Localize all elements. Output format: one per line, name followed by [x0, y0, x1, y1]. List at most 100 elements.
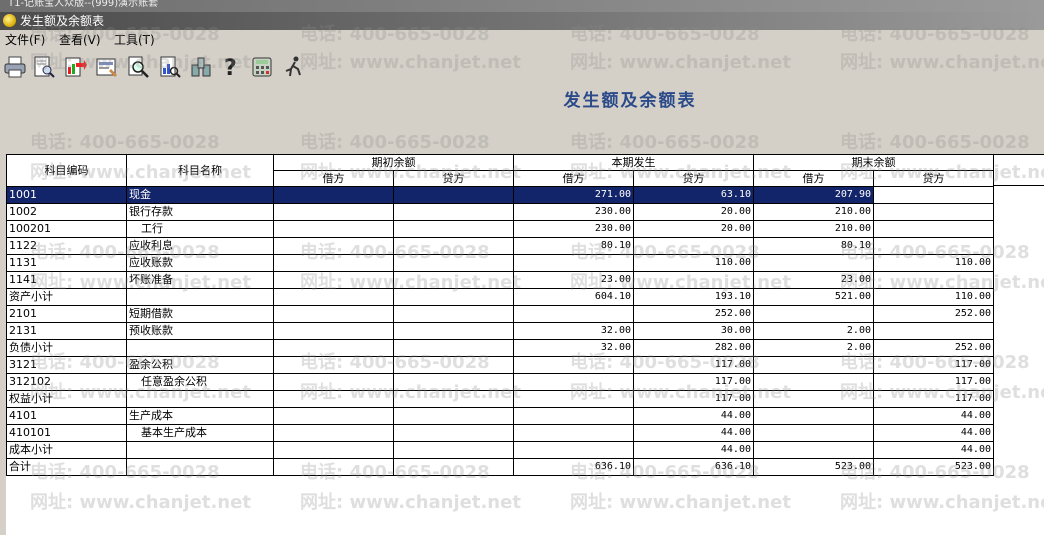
account-code-cell[interactable]: 312102	[6, 373, 127, 391]
closing-debit-cell[interactable]: 2.00	[753, 322, 874, 340]
closing-credit-cell[interactable]: 252.00	[873, 305, 994, 323]
export-button[interactable]	[62, 54, 88, 80]
opening-credit-cell[interactable]	[393, 356, 514, 374]
account-code-cell[interactable]: 4101	[6, 407, 127, 425]
account-code-cell[interactable]: 100201	[6, 220, 127, 238]
table-row[interactable]: 100201 工行 230.00 20.00 210.00	[6, 220, 994, 238]
menu-tools[interactable]: 工具(T)	[114, 30, 155, 50]
period-debit-cell[interactable]: 604.10	[513, 288, 634, 306]
closing-credit-cell[interactable]	[873, 186, 994, 204]
find-button[interactable]	[125, 54, 151, 80]
table-row[interactable]: 负债小计 32.00 282.00 2.00 252.00	[6, 339, 994, 357]
header-opening-debit[interactable]: 借方	[273, 170, 394, 187]
account-name-cell[interactable]: 应收利息	[126, 237, 274, 255]
opening-debit-cell[interactable]	[273, 271, 394, 289]
opening-debit-cell[interactable]	[273, 458, 394, 476]
closing-debit-cell[interactable]	[753, 424, 874, 442]
exit-button[interactable]	[281, 54, 307, 80]
closing-debit-cell[interactable]: 210.00	[753, 203, 874, 221]
period-credit-cell[interactable]: 44.00	[633, 407, 754, 425]
table-row[interactable]: 1131 应收账款 110.00 110.00	[6, 254, 994, 272]
period-debit-cell[interactable]: 230.00	[513, 203, 634, 221]
account-code-cell[interactable]: 3121	[6, 356, 127, 374]
closing-credit-cell[interactable]	[873, 237, 994, 255]
header-closing-debit[interactable]: 借方	[753, 170, 874, 187]
header-period-credit[interactable]: 贷方	[633, 170, 754, 187]
account-name-cell[interactable]: 任意盈余公积	[126, 373, 274, 391]
closing-debit-cell[interactable]: 207.90	[753, 186, 874, 204]
account-name-cell[interactable]: 盈余公积	[126, 356, 274, 374]
closing-credit-cell[interactable]: 44.00	[873, 441, 994, 459]
opening-credit-cell[interactable]	[393, 271, 514, 289]
account-code-cell[interactable]: 负债小计	[6, 339, 127, 357]
closing-credit-cell[interactable]: 117.00	[873, 356, 994, 374]
period-debit-cell[interactable]: 32.00	[513, 322, 634, 340]
closing-debit-cell[interactable]	[753, 305, 874, 323]
account-name-cell[interactable]: 生产成本	[126, 407, 274, 425]
table-row[interactable]: 成本小计 44.00 44.00	[6, 441, 994, 459]
period-debit-cell[interactable]: 80.10	[513, 237, 634, 255]
table-row[interactable]: 1122 应收利息 80.10 80.10	[6, 237, 994, 255]
print-button[interactable]	[2, 54, 28, 80]
account-code-cell[interactable]: 2101	[6, 305, 127, 323]
table-row[interactable]: 312102 任意盈余公积 117.00 117.00	[6, 373, 994, 391]
closing-credit-cell[interactable]: 523.00	[873, 458, 994, 476]
account-name-cell[interactable]: 预收账款	[126, 322, 274, 340]
period-debit-cell[interactable]	[513, 441, 634, 459]
period-debit-cell[interactable]: 271.00	[513, 186, 634, 204]
period-debit-cell[interactable]	[513, 356, 634, 374]
account-code-cell[interactable]: 410101	[6, 424, 127, 442]
opening-debit-cell[interactable]	[273, 237, 394, 255]
calculator-button[interactable]	[249, 54, 275, 80]
period-credit-cell[interactable]: 282.00	[633, 339, 754, 357]
period-credit-cell[interactable]: 30.00	[633, 322, 754, 340]
table-row[interactable]: 2101 短期借款 252.00 252.00	[6, 305, 994, 323]
period-credit-cell[interactable]: 193.10	[633, 288, 754, 306]
account-code-cell[interactable]: 2131	[6, 322, 127, 340]
closing-credit-cell[interactable]: 44.00	[873, 407, 994, 425]
table-row[interactable]: 合计 636.10 636.10 523.00 523.00	[6, 458, 994, 476]
opening-debit-cell[interactable]	[273, 339, 394, 357]
period-debit-cell[interactable]: 32.00	[513, 339, 634, 357]
period-credit-cell[interactable]: 636.10	[633, 458, 754, 476]
opening-credit-cell[interactable]	[393, 237, 514, 255]
header-opening-credit[interactable]: 贷方	[393, 170, 514, 187]
closing-credit-cell[interactable]	[873, 203, 994, 221]
table-row[interactable]: 3121 盈余公积 117.00 117.00	[6, 356, 994, 374]
closing-credit-cell[interactable]: 117.00	[873, 373, 994, 391]
account-name-cell[interactable]	[126, 441, 274, 459]
opening-credit-cell[interactable]	[393, 458, 514, 476]
account-name-cell[interactable]: 短期借款	[126, 305, 274, 323]
account-code-cell[interactable]: 权益小计	[6, 390, 127, 408]
print-preview-button[interactable]	[31, 54, 57, 80]
period-credit-cell[interactable]: 20.00	[633, 203, 754, 221]
table-row[interactable]: 1002 银行存款 230.00 20.00 210.00	[6, 203, 994, 221]
opening-credit-cell[interactable]	[393, 322, 514, 340]
header-name[interactable]: 科目名称	[126, 154, 274, 187]
opening-debit-cell[interactable]	[273, 322, 394, 340]
header-code[interactable]: 科目编码	[6, 154, 127, 187]
opening-credit-cell[interactable]	[393, 390, 514, 408]
opening-debit-cell[interactable]	[273, 356, 394, 374]
period-credit-cell[interactable]	[633, 237, 754, 255]
opening-debit-cell[interactable]	[273, 373, 394, 391]
closing-debit-cell[interactable]	[753, 254, 874, 272]
period-credit-cell[interactable]: 110.00	[633, 254, 754, 272]
period-debit-cell[interactable]: 23.00	[513, 271, 634, 289]
table-row[interactable]: 1141 坏账准备 23.00 23.00	[6, 271, 994, 289]
closing-debit-cell[interactable]	[753, 373, 874, 391]
period-credit-cell[interactable]	[633, 271, 754, 289]
account-code-cell[interactable]: 1001	[6, 186, 127, 204]
account-code-cell[interactable]: 合计	[6, 458, 127, 476]
closing-credit-cell[interactable]	[873, 322, 994, 340]
closing-debit-cell[interactable]: 523.00	[753, 458, 874, 476]
period-debit-cell[interactable]	[513, 254, 634, 272]
account-code-cell[interactable]: 1141	[6, 271, 127, 289]
account-code-cell[interactable]: 1122	[6, 237, 127, 255]
table-row[interactable]: 410101 基本生产成本 44.00 44.00	[6, 424, 994, 442]
account-name-cell[interactable]: 工行	[126, 220, 274, 238]
opening-debit-cell[interactable]	[273, 186, 394, 204]
account-code-cell[interactable]: 1002	[6, 203, 127, 221]
opening-debit-cell[interactable]	[273, 254, 394, 272]
closing-credit-cell[interactable]: 117.00	[873, 390, 994, 408]
